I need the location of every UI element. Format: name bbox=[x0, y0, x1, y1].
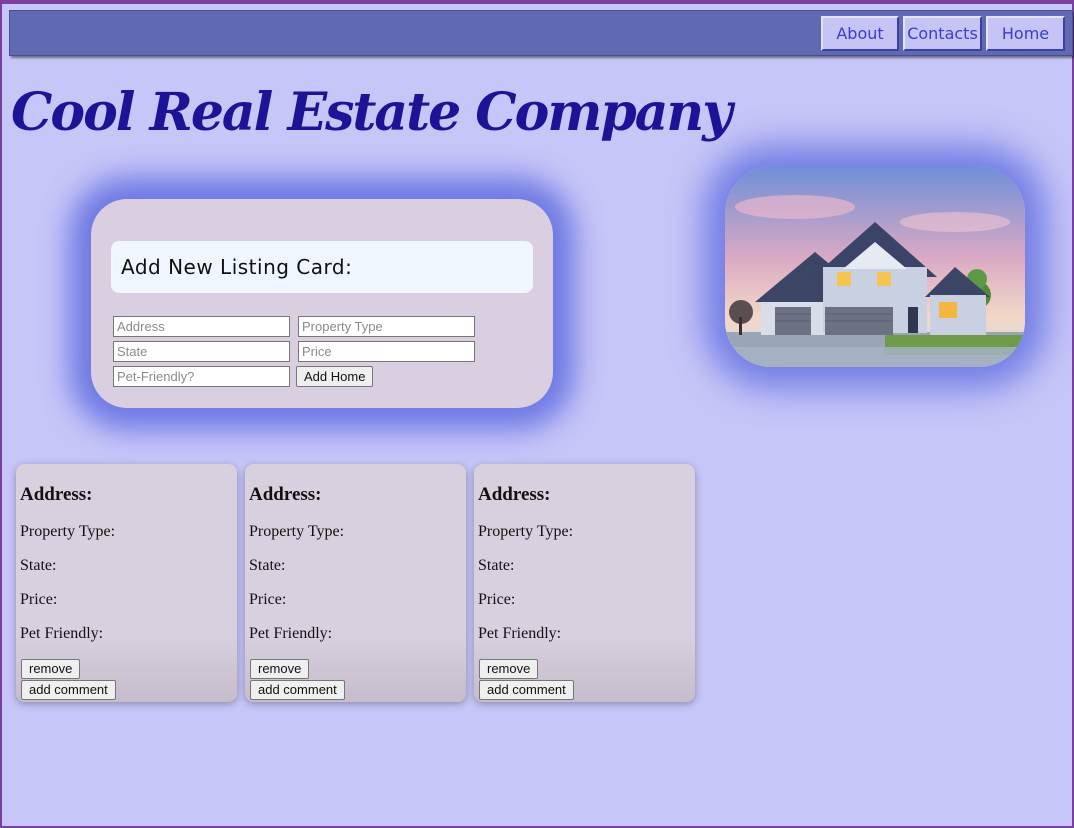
navbar: About Contacts Home bbox=[9, 10, 1073, 56]
nav-about-button[interactable]: About bbox=[821, 16, 899, 51]
listing-address-label: Address: bbox=[20, 484, 93, 505]
add-comment-button[interactable]: add comment bbox=[21, 680, 116, 700]
state-input[interactable] bbox=[113, 341, 290, 362]
listing-property-type-label: Property Type: bbox=[478, 523, 574, 540]
listing-card: Address: Property Type: State: Price: Pe… bbox=[16, 464, 237, 702]
listing-address-label: Address: bbox=[249, 484, 322, 505]
pet-friendly-input[interactable] bbox=[113, 366, 290, 387]
remove-button[interactable]: remove bbox=[21, 659, 81, 679]
add-listing-form: Add New Listing Card: Add Home bbox=[91, 199, 553, 408]
form-heading-box: Add New Listing Card: bbox=[111, 241, 533, 293]
listing-card: Address: Property Type: State: Price: Pe… bbox=[245, 464, 466, 702]
remove-button[interactable]: remove bbox=[250, 659, 310, 679]
listing-property-type-label: Property Type: bbox=[249, 523, 345, 540]
property-type-input[interactable] bbox=[298, 316, 475, 337]
address-input[interactable] bbox=[113, 316, 290, 337]
house-photo-icon bbox=[725, 167, 1025, 367]
add-comment-button[interactable]: add comment bbox=[250, 680, 345, 700]
price-input[interactable] bbox=[298, 341, 475, 362]
remove-button[interactable]: remove bbox=[479, 659, 539, 679]
listing-card: Address: Property Type: State: Price: Pe… bbox=[474, 464, 695, 702]
listing-state-label: State: bbox=[478, 557, 515, 574]
add-comment-button[interactable]: add comment bbox=[479, 680, 574, 700]
form-heading: Add New Listing Card: bbox=[121, 255, 353, 279]
nav-home-button[interactable]: Home bbox=[986, 16, 1065, 51]
listing-state-label: State: bbox=[249, 557, 286, 574]
listing-property-type-label: Property Type: bbox=[20, 523, 116, 540]
listing-price-label: Price: bbox=[478, 591, 516, 608]
listing-pet-friendly-label: Pet Friendly: bbox=[20, 625, 104, 642]
listing-address-label: Address: bbox=[478, 484, 551, 505]
listing-pet-friendly-label: Pet Friendly: bbox=[249, 625, 333, 642]
nav-contacts-button[interactable]: Contacts bbox=[903, 16, 982, 51]
listing-price-label: Price: bbox=[20, 591, 58, 608]
listing-price-label: Price: bbox=[249, 591, 287, 608]
page-title: Cool Real Estate Company bbox=[11, 82, 732, 143]
listing-pet-friendly-label: Pet Friendly: bbox=[478, 625, 562, 642]
listing-state-label: State: bbox=[20, 557, 57, 574]
house-photo bbox=[725, 167, 1025, 367]
add-home-button[interactable]: Add Home bbox=[296, 366, 374, 387]
